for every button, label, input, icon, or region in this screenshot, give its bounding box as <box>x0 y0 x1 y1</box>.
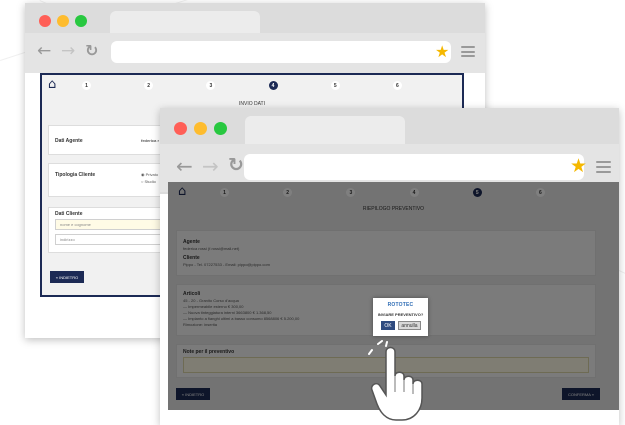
step-4[interactable]: 4 <box>268 81 278 90</box>
client-data-label: Dati Cliente <box>55 211 83 217</box>
browser-toolbar: ← → ↻ ★ <box>25 33 485 73</box>
wizard-frame: ⌂ 1 2 3 4 5 6 RIEPILOGO PREVENTIVO Agent… <box>168 182 619 421</box>
window-controls <box>39 15 87 27</box>
address-bar[interactable] <box>111 41 451 63</box>
agent-value: federica r <box>141 138 160 143</box>
step-3[interactable]: 3 <box>206 81 216 90</box>
client-type-label: Tipologia Cliente <box>55 172 96 178</box>
step-1[interactable]: 1 <box>82 81 91 90</box>
star-icon[interactable]: ★ <box>570 155 587 177</box>
step-5[interactable]: 5 <box>330 81 340 90</box>
ok-button[interactable]: OK <box>381 321 395 330</box>
radio-studio[interactable]: ○ Studio <box>141 179 156 184</box>
dialog-question: INVIARE PREVENTIVO? <box>377 312 424 317</box>
radio-privato-label: Privato <box>145 172 159 177</box>
confirm-dialog: ROTOTEC INVIARE PREVENTIVO? OK annulla <box>373 298 428 336</box>
step-6[interactable]: 6 <box>392 81 402 90</box>
close-window-dot[interactable] <box>39 15 51 27</box>
arrow-right-icon[interactable]: → <box>61 41 75 61</box>
maximize-window-dot[interactable] <box>214 122 227 135</box>
browser-chrome: ← → ↻ ★ <box>25 3 485 73</box>
step-2[interactable]: 2 <box>144 81 154 90</box>
arrow-left-icon[interactable]: ← <box>176 154 193 178</box>
brand-logo: ROTOTEC <box>387 302 414 308</box>
reload-icon[interactable]: ↻ <box>85 41 98 60</box>
hamburger-menu-icon[interactable] <box>461 46 475 57</box>
window-controls <box>174 122 227 135</box>
section-title: INVIO DATI <box>238 101 266 107</box>
cancel-button[interactable]: annulla <box>398 321 421 330</box>
screenshot-stage: ← → ↻ ★ ⌂ 1 2 3 4 5 6 INVIO DATI Dati Ag… <box>0 0 625 425</box>
address-bar[interactable] <box>244 154 584 180</box>
maximize-window-dot[interactable] <box>75 15 87 27</box>
radio-studio-label: Studio <box>144 179 156 184</box>
browser-tab[interactable] <box>245 116 405 144</box>
back-button[interactable]: « INDIETRO <box>50 271 84 283</box>
minimize-window-dot[interactable] <box>57 15 69 27</box>
hamburger-menu-icon[interactable] <box>596 161 611 173</box>
wizard-steps: 1 2 3 4 5 6 <box>82 81 402 90</box>
radio-privato[interactable]: ◉ Privato <box>141 172 158 177</box>
front-browser-window: ← → ↻ ★ ⌂ 1 2 3 4 5 6 RIEPILOGO PREVENTI… <box>160 108 619 425</box>
close-window-dot[interactable] <box>174 122 187 135</box>
minimize-window-dot[interactable] <box>194 122 207 135</box>
arrow-left-icon[interactable]: ← <box>37 41 51 61</box>
hand-pointer-icon <box>368 340 423 421</box>
home-icon[interactable]: ⌂ <box>48 77 56 92</box>
browser-tab[interactable] <box>110 11 260 33</box>
reload-icon[interactable]: ↻ <box>228 154 244 176</box>
arrow-right-icon[interactable]: → <box>202 154 219 178</box>
star-icon[interactable]: ★ <box>435 42 449 61</box>
agent-label: Dati Agente <box>55 138 83 144</box>
